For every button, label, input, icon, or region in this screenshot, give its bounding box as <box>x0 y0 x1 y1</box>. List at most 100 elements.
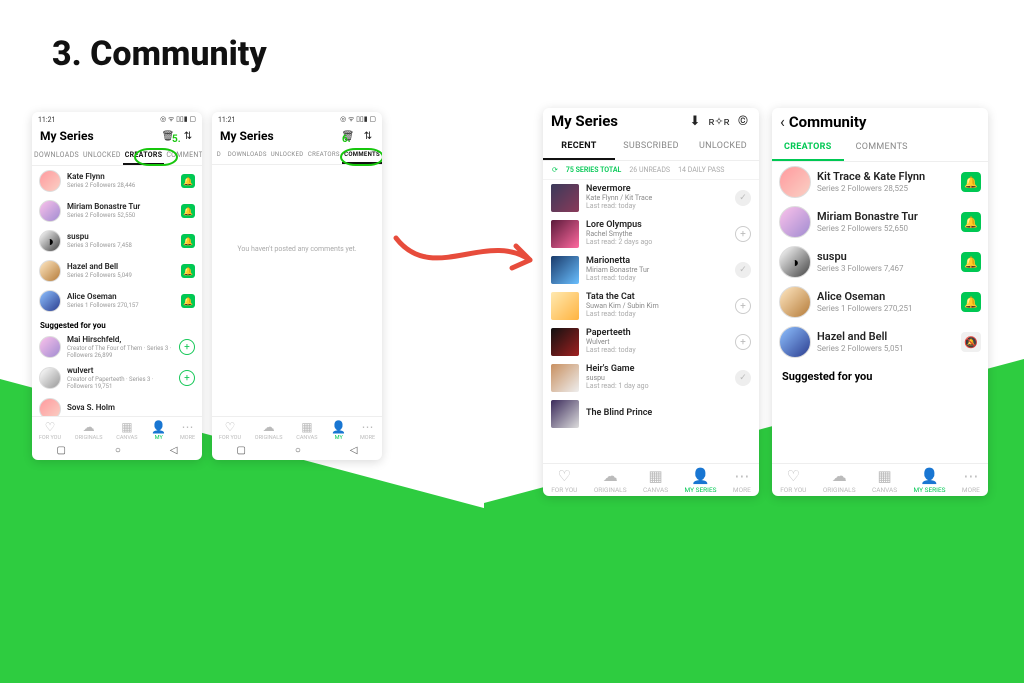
arrow-annotation <box>392 230 542 290</box>
nav-for-you[interactable]: ♡FOR YOU <box>39 420 61 441</box>
nav-more[interactable]: ⋯MORE <box>962 467 980 494</box>
nav-originals[interactable]: ☁ORIGINALS <box>255 420 283 441</box>
nav-canvas[interactable]: ▦CANVAS <box>872 467 897 494</box>
creator-row[interactable]: Alice OsemanSeries 1 Followers 270,157 🔔 <box>32 286 202 316</box>
add-icon[interactable]: + <box>735 226 751 242</box>
bell-icon[interactable]: 🔔 <box>961 252 981 272</box>
bell-icon[interactable]: 🔔 <box>181 294 195 308</box>
suggested-row[interactable]: Mai Hirschfeld,Creator of The Four of Th… <box>32 332 202 363</box>
tab-subscribed[interactable]: SUBSCRIBED <box>615 134 687 160</box>
creator-row[interactable]: suspuSeries 3 Followers 7,458 🔔 <box>32 226 202 256</box>
series-row[interactable]: Tata the CatSuwan Kim / Subin KimLast re… <box>543 288 759 324</box>
bell-icon[interactable]: 🔔 <box>961 292 981 312</box>
nav-canvas[interactable]: ▦CANVAS <box>116 420 137 441</box>
tab-comments[interactable]: COMMENTS <box>164 147 202 165</box>
tab-creators[interactable]: CREATORS <box>305 147 342 164</box>
nav-my-series[interactable]: 👤MY SERIES <box>685 467 717 494</box>
creator-row[interactable]: suspuSeries 3 Followers 7,467 🔔 <box>772 242 988 282</box>
bell-icon[interactable]: 🔔 <box>181 174 195 188</box>
thumbnail <box>551 184 579 212</box>
sort-icon[interactable]: ⇅ <box>182 130 194 142</box>
empty-comments: You haven't posted any comments yet. <box>212 165 382 333</box>
nav-originals[interactable]: ☁ORIGINALS <box>823 467 856 494</box>
creator-row[interactable]: Kit Trace & Kate FlynnSeries 2 Followers… <box>772 162 988 202</box>
tab-creators[interactable]: CREATORS <box>123 147 165 165</box>
nav-more[interactable]: ⋯MORE <box>360 420 375 441</box>
nav-my[interactable]: 👤MY <box>151 420 166 441</box>
add-icon[interactable]: + <box>179 370 195 386</box>
creator-row[interactable]: Kate FlynnSeries 2 Followers 28,446 🔔 <box>32 166 202 196</box>
creator-row[interactable]: Miriam Bonastre TurSeries 2 Followers 52… <box>772 202 988 242</box>
bell-icon[interactable]: 🔔 <box>181 234 195 248</box>
tab-cut[interactable]: D <box>212 147 226 164</box>
phone-new-community: ‹ Community CREATORS COMMENTS Kit Trace … <box>772 108 988 496</box>
suggested-row[interactable]: wulvertCreator of Paperteeth · Series 3 … <box>32 363 202 394</box>
status-bar: 11:21◎ ᯤ ▯▯▮ ▢ <box>32 112 202 125</box>
creator-row[interactable]: Hazel and BellSeries 2 Followers 5,051 🔕 <box>772 322 988 362</box>
nav-more[interactable]: ⋯MORE <box>180 420 195 441</box>
thumbnail <box>551 256 579 284</box>
series-row[interactable]: Lore OlympusRachel SmytheLast read: 2 da… <box>543 216 759 252</box>
header: ‹ Community <box>772 108 988 135</box>
nav-originals[interactable]: ☁ORIGINALS <box>75 420 103 441</box>
creator-row[interactable]: Alice OsemanSeries 1 Followers 270,251 🔔 <box>772 282 988 322</box>
back-icon[interactable]: ‹ <box>780 112 789 131</box>
series-row[interactable]: PaperteethWulvertLast read: today+ <box>543 324 759 360</box>
community-icon[interactable]: ʀ✧ʀ <box>711 113 727 129</box>
header: My Series 🗑 ⇅ <box>212 125 382 147</box>
bell-icon[interactable]: 🔔 <box>961 212 981 232</box>
tab-comments[interactable]: COMMENTS <box>342 147 382 164</box>
thumbnail <box>551 364 579 392</box>
bottom-nav: ♡FOR YOU ☁ORIGINALS ▦CANVAS 👤MY SERIES ⋯… <box>543 463 759 496</box>
series-row[interactable]: MarionettaMiriam Bonastre TurLast read: … <box>543 252 759 288</box>
nav-for-you[interactable]: ♡FOR YOU <box>780 467 806 494</box>
avatar <box>779 246 811 278</box>
check-icon[interactable]: ✓ <box>735 190 751 206</box>
status-bar: 11:21◎ ᯤ ▯▯▮ ▢ <box>212 112 382 125</box>
sort-icon[interactable]: ⇅ <box>362 130 374 142</box>
tab-unlocked[interactable]: UNLOCKED <box>81 147 123 165</box>
bell-icon[interactable]: 🔔 <box>961 172 981 192</box>
bell-icon[interactable]: 🔔 <box>181 264 195 278</box>
avatar <box>39 336 61 358</box>
page-title: My Series <box>551 112 618 130</box>
thumbnail <box>551 220 579 248</box>
series-row[interactable]: The Blind Prince <box>543 396 759 432</box>
tab-creators[interactable]: CREATORS <box>772 135 844 161</box>
tab-recent[interactable]: RECENT <box>543 134 615 160</box>
tab-comments[interactable]: COMMENTS <box>844 135 920 161</box>
coin-icon[interactable]: © <box>735 113 751 129</box>
add-icon[interactable]: + <box>735 334 751 350</box>
nav-for-you[interactable]: ♡FOR YOU <box>219 420 241 441</box>
series-row[interactable]: NevermoreKate Flynn / Kit TraceLast read… <box>543 180 759 216</box>
phone-old-comments: 11:21◎ ᯤ ▯▯▮ ▢ My Series 🗑 ⇅ 6. D DOWNLO… <box>212 112 382 460</box>
nav-originals[interactable]: ☁ORIGINALS <box>594 467 627 494</box>
series-row[interactable]: Heir's GamesuspuLast read: 1 day ago✓ <box>543 360 759 396</box>
nav-canvas[interactable]: ▦CANVAS <box>296 420 317 441</box>
add-icon[interactable]: + <box>179 339 195 355</box>
nav-canvas[interactable]: ▦CANVAS <box>643 467 668 494</box>
nav-my-series[interactable]: 👤MY SERIES <box>914 467 946 494</box>
suggested-row[interactable]: Sova S. Holm <box>32 394 202 416</box>
nav-for-you[interactable]: ♡FOR YOU <box>551 467 577 494</box>
download-icon[interactable]: ⬇ <box>687 113 703 129</box>
add-icon[interactable]: + <box>735 298 751 314</box>
tab-downloads[interactable]: DOWNLOADS <box>226 147 269 164</box>
android-softkeys: ▢○◁ <box>212 443 382 460</box>
bell-off-icon[interactable]: 🔕 <box>961 332 981 352</box>
nav-my[interactable]: 👤MY <box>331 420 346 441</box>
tab-unlocked[interactable]: UNLOCKED <box>687 134 759 160</box>
annotation-6: 6. <box>342 134 351 145</box>
creator-row[interactable]: Hazel and BellSeries 2 Followers 5,049 🔔 <box>32 256 202 286</box>
check-icon[interactable]: ✓ <box>735 262 751 278</box>
suggested-header: Suggested for you <box>32 316 202 332</box>
bell-icon[interactable]: 🔔 <box>181 204 195 218</box>
creator-row[interactable]: Miriam Bonastre TurSeries 2 Followers 52… <box>32 196 202 226</box>
bottom-nav: ♡FOR YOU ☁ORIGINALS ▦CANVAS 👤MY SERIES ⋯… <box>772 463 988 496</box>
check-icon[interactable]: ✓ <box>735 370 751 386</box>
tab-unlocked[interactable]: UNLOCKED <box>269 147 306 164</box>
tab-downloads[interactable]: DOWNLOADS <box>32 147 81 165</box>
thumbnail <box>551 292 579 320</box>
nav-more[interactable]: ⋯MORE <box>733 467 751 494</box>
avatar <box>779 166 811 198</box>
